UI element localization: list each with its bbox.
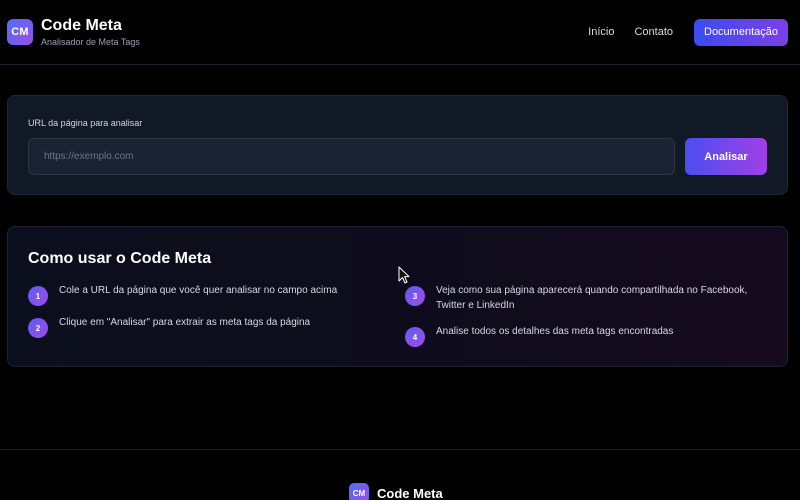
logo-icon: CM: [7, 19, 33, 45]
footer-logo-icon: CM: [349, 483, 369, 500]
step-number-badge: 2: [28, 318, 48, 338]
step-text: Veja como sua página aparecerá quando co…: [436, 285, 748, 311]
brand[interactable]: CM Code Meta Analisador de Meta Tags: [7, 16, 140, 49]
step-number-badge: 4: [405, 327, 425, 347]
brand-text: Code Meta Analisador de Meta Tags: [41, 16, 140, 49]
arrow-cursor-icon: [398, 266, 410, 284]
howto-step: 1 Cole a URL da página que você quer ana…: [28, 285, 388, 306]
documentation-button[interactable]: Documentação: [694, 18, 788, 46]
step-text: Analise todos os detalhes das meta tags …: [436, 326, 674, 337]
main-nav: Início Contato Documentação: [588, 18, 788, 46]
howto-card: Como usar o Code Meta 1 Cole a URL da pá…: [7, 226, 788, 367]
footer-brand[interactable]: CM Code Meta: [349, 483, 443, 500]
site-footer: CM Code Meta: [0, 449, 800, 500]
howto-title: Como usar o Code Meta: [28, 250, 212, 267]
site-subtitle: Analisador de Meta Tags: [41, 36, 140, 47]
step-number-badge: 3: [405, 286, 425, 306]
step-text: Clique em "Analisar" para extrair as met…: [59, 317, 311, 328]
howto-step: 4 Analise todos os detalhes das meta tag…: [405, 326, 775, 347]
howto-step: 3 Veja como sua página aparecerá quando …: [405, 285, 775, 313]
step-number-badge: 1: [28, 286, 48, 306]
url-input[interactable]: [28, 138, 675, 175]
howto-step: 2 Clique em "Analisar" para extrair as m…: [28, 317, 388, 338]
url-form-card: URL da página para analisar Analisar: [7, 95, 788, 195]
step-text: Cole a URL da página que você quer anali…: [59, 285, 338, 296]
analyze-button[interactable]: Analisar: [685, 138, 767, 175]
site-title: Code Meta: [41, 16, 122, 34]
site-header: CM Code Meta Analisador de Meta Tags Iní…: [0, 0, 800, 65]
nav-link-contact[interactable]: Contato: [634, 26, 673, 38]
footer-title: Code Meta: [377, 485, 443, 500]
nav-link-home[interactable]: Início: [588, 26, 614, 38]
url-input-label: URL da página para analisar: [28, 118, 143, 128]
